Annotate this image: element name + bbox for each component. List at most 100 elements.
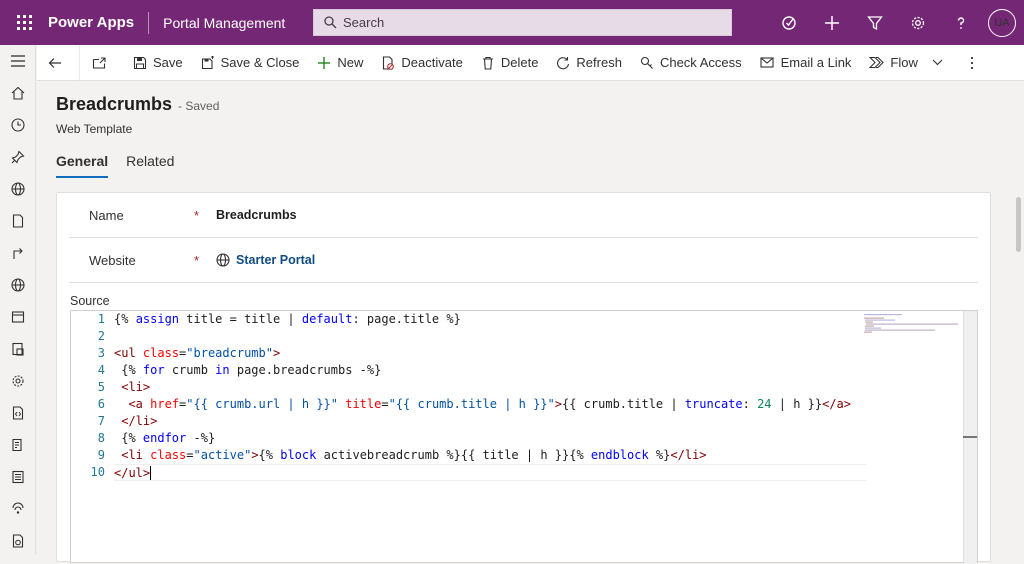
nav-websites[interactable]	[0, 173, 36, 205]
code-line: <li>	[121, 380, 151, 394]
website-field-row: Website * Starter Portal	[69, 238, 978, 283]
page-scroll-thumb[interactable]	[1016, 197, 1021, 252]
command-bar: Save Save & Close New Deactivate Delete …	[37, 44, 1024, 81]
new-label: New	[337, 55, 364, 70]
open-new-window-button[interactable]	[80, 45, 124, 81]
nav-redirects[interactable]	[0, 237, 36, 269]
code-line: {% for crumb in page.breadcrumbs -%}	[114, 363, 382, 377]
top-icons: UA	[767, 0, 1024, 45]
waffle-icon	[16, 15, 32, 30]
editor-scrollbar[interactable]	[963, 311, 977, 564]
search-box[interactable]: Search	[313, 9, 732, 36]
nav-page-templates[interactable]	[0, 301, 36, 333]
gear-icon	[12, 375, 24, 387]
website-label: Website	[89, 252, 136, 268]
nav-recent[interactable]	[0, 109, 36, 141]
assistant-button[interactable]	[767, 0, 810, 45]
save-status: - Saved	[178, 99, 220, 113]
record-title: Breadcrumbs	[56, 94, 173, 114]
nav-lists[interactable]	[0, 461, 36, 493]
check-access-label: Check Access	[659, 55, 742, 70]
tab-general[interactable]: General	[56, 153, 109, 178]
required-marker: *	[194, 207, 200, 223]
web-file-icon	[12, 534, 24, 548]
deactivate-label: Deactivate	[401, 55, 463, 70]
back-arrow-icon	[48, 57, 61, 68]
help-button[interactable]	[939, 0, 982, 45]
help-icon	[957, 16, 964, 29]
check-access-button[interactable]: Check Access	[631, 45, 751, 81]
nav-settings[interactable]	[0, 365, 36, 397]
code-line-current: </ul>	[114, 464, 866, 481]
tab-related[interactable]: Related	[126, 153, 174, 178]
nav-web-files[interactable]	[0, 525, 36, 557]
environment-name[interactable]: Portal Management	[149, 15, 319, 31]
globe-icon	[216, 253, 230, 267]
key-icon	[640, 56, 653, 69]
nav-forms[interactable]	[0, 429, 36, 461]
save-button[interactable]: Save	[124, 45, 192, 81]
chevron-down-icon[interactable]	[932, 59, 943, 66]
nav-web-templates[interactable]	[0, 397, 36, 429]
deactivate-icon	[383, 55, 395, 70]
delete-label: Delete	[500, 55, 539, 70]
page-scrollbar[interactable]	[1012, 192, 1024, 555]
nav-pinned[interactable]	[0, 141, 36, 173]
flow-label: Flow	[890, 55, 918, 70]
new-button[interactable]: New	[308, 45, 372, 81]
open-in-new-window-icon	[92, 56, 106, 69]
record-title-row: Breadcrumbs - Saved	[56, 94, 219, 115]
form-icon	[12, 438, 22, 452]
nav-pages[interactable]	[0, 205, 36, 237]
website-lookup[interactable]: Starter Portal	[216, 253, 315, 267]
line-number: 1	[97, 312, 105, 326]
globe-icon	[11, 278, 25, 292]
user-avatar[interactable]: UA	[988, 8, 1016, 37]
refresh-button[interactable]: Refresh	[547, 45, 631, 81]
nav-menu-button[interactable]	[0, 45, 36, 77]
filter-button[interactable]	[853, 0, 896, 45]
code-line: {% assign title = title | default: page.…	[114, 312, 461, 326]
filter-icon	[866, 15, 883, 30]
nav-site-markers[interactable]	[0, 269, 36, 301]
hamburger-icon	[11, 55, 25, 67]
line-number: 3	[97, 346, 105, 360]
flow-button[interactable]: Flow	[860, 45, 957, 81]
delete-button[interactable]: Delete	[472, 45, 548, 81]
email-link-label: Email a Link	[780, 55, 852, 70]
code-line: </li>	[121, 414, 158, 428]
clock-icon	[11, 118, 25, 132]
nav-web-roles[interactable]	[0, 493, 36, 525]
editor-scroll-thumb[interactable]	[963, 436, 977, 438]
line-number: 2	[97, 329, 105, 343]
line-number: 5	[97, 380, 105, 394]
nav-content-snippets[interactable]	[0, 333, 36, 365]
more-commands-button[interactable]	[958, 45, 992, 81]
new-item-button[interactable]	[810, 0, 853, 45]
home-icon	[11, 86, 25, 100]
save-close-label: Save & Close	[220, 55, 300, 70]
required-marker: *	[194, 252, 200, 268]
form-section: Name * Breadcrumbs Website * Starter Por…	[56, 192, 991, 564]
search-icon	[324, 16, 337, 29]
settings-button[interactable]	[896, 0, 939, 45]
back-button[interactable]	[37, 45, 79, 81]
code-file-icon	[12, 406, 24, 420]
code-content[interactable]: {% assign title = title | default: page.…	[114, 311, 866, 481]
code-editor[interactable]: 1 2 3 4 5 6 7 8 9 10 {% assign title = t…	[70, 310, 978, 564]
form-tabs: General Related	[56, 153, 192, 178]
name-field[interactable]: Breadcrumbs	[216, 208, 297, 222]
snippet-icon	[12, 342, 24, 356]
email-link-button[interactable]: Email a Link	[751, 45, 861, 81]
deactivate-button[interactable]: Deactivate	[372, 45, 471, 81]
code-minimap[interactable]	[864, 313, 959, 335]
code-line: <ul class="breadcrumb">	[114, 346, 281, 360]
settings-icon	[911, 16, 924, 29]
save-close-button[interactable]: Save & Close	[192, 45, 309, 81]
website-link[interactable]: Starter Portal	[236, 253, 315, 267]
nav-home[interactable]	[0, 77, 36, 109]
left-nav	[0, 45, 36, 555]
app-launcher-button[interactable]	[0, 0, 48, 45]
app-name[interactable]: Power Apps	[48, 14, 148, 31]
